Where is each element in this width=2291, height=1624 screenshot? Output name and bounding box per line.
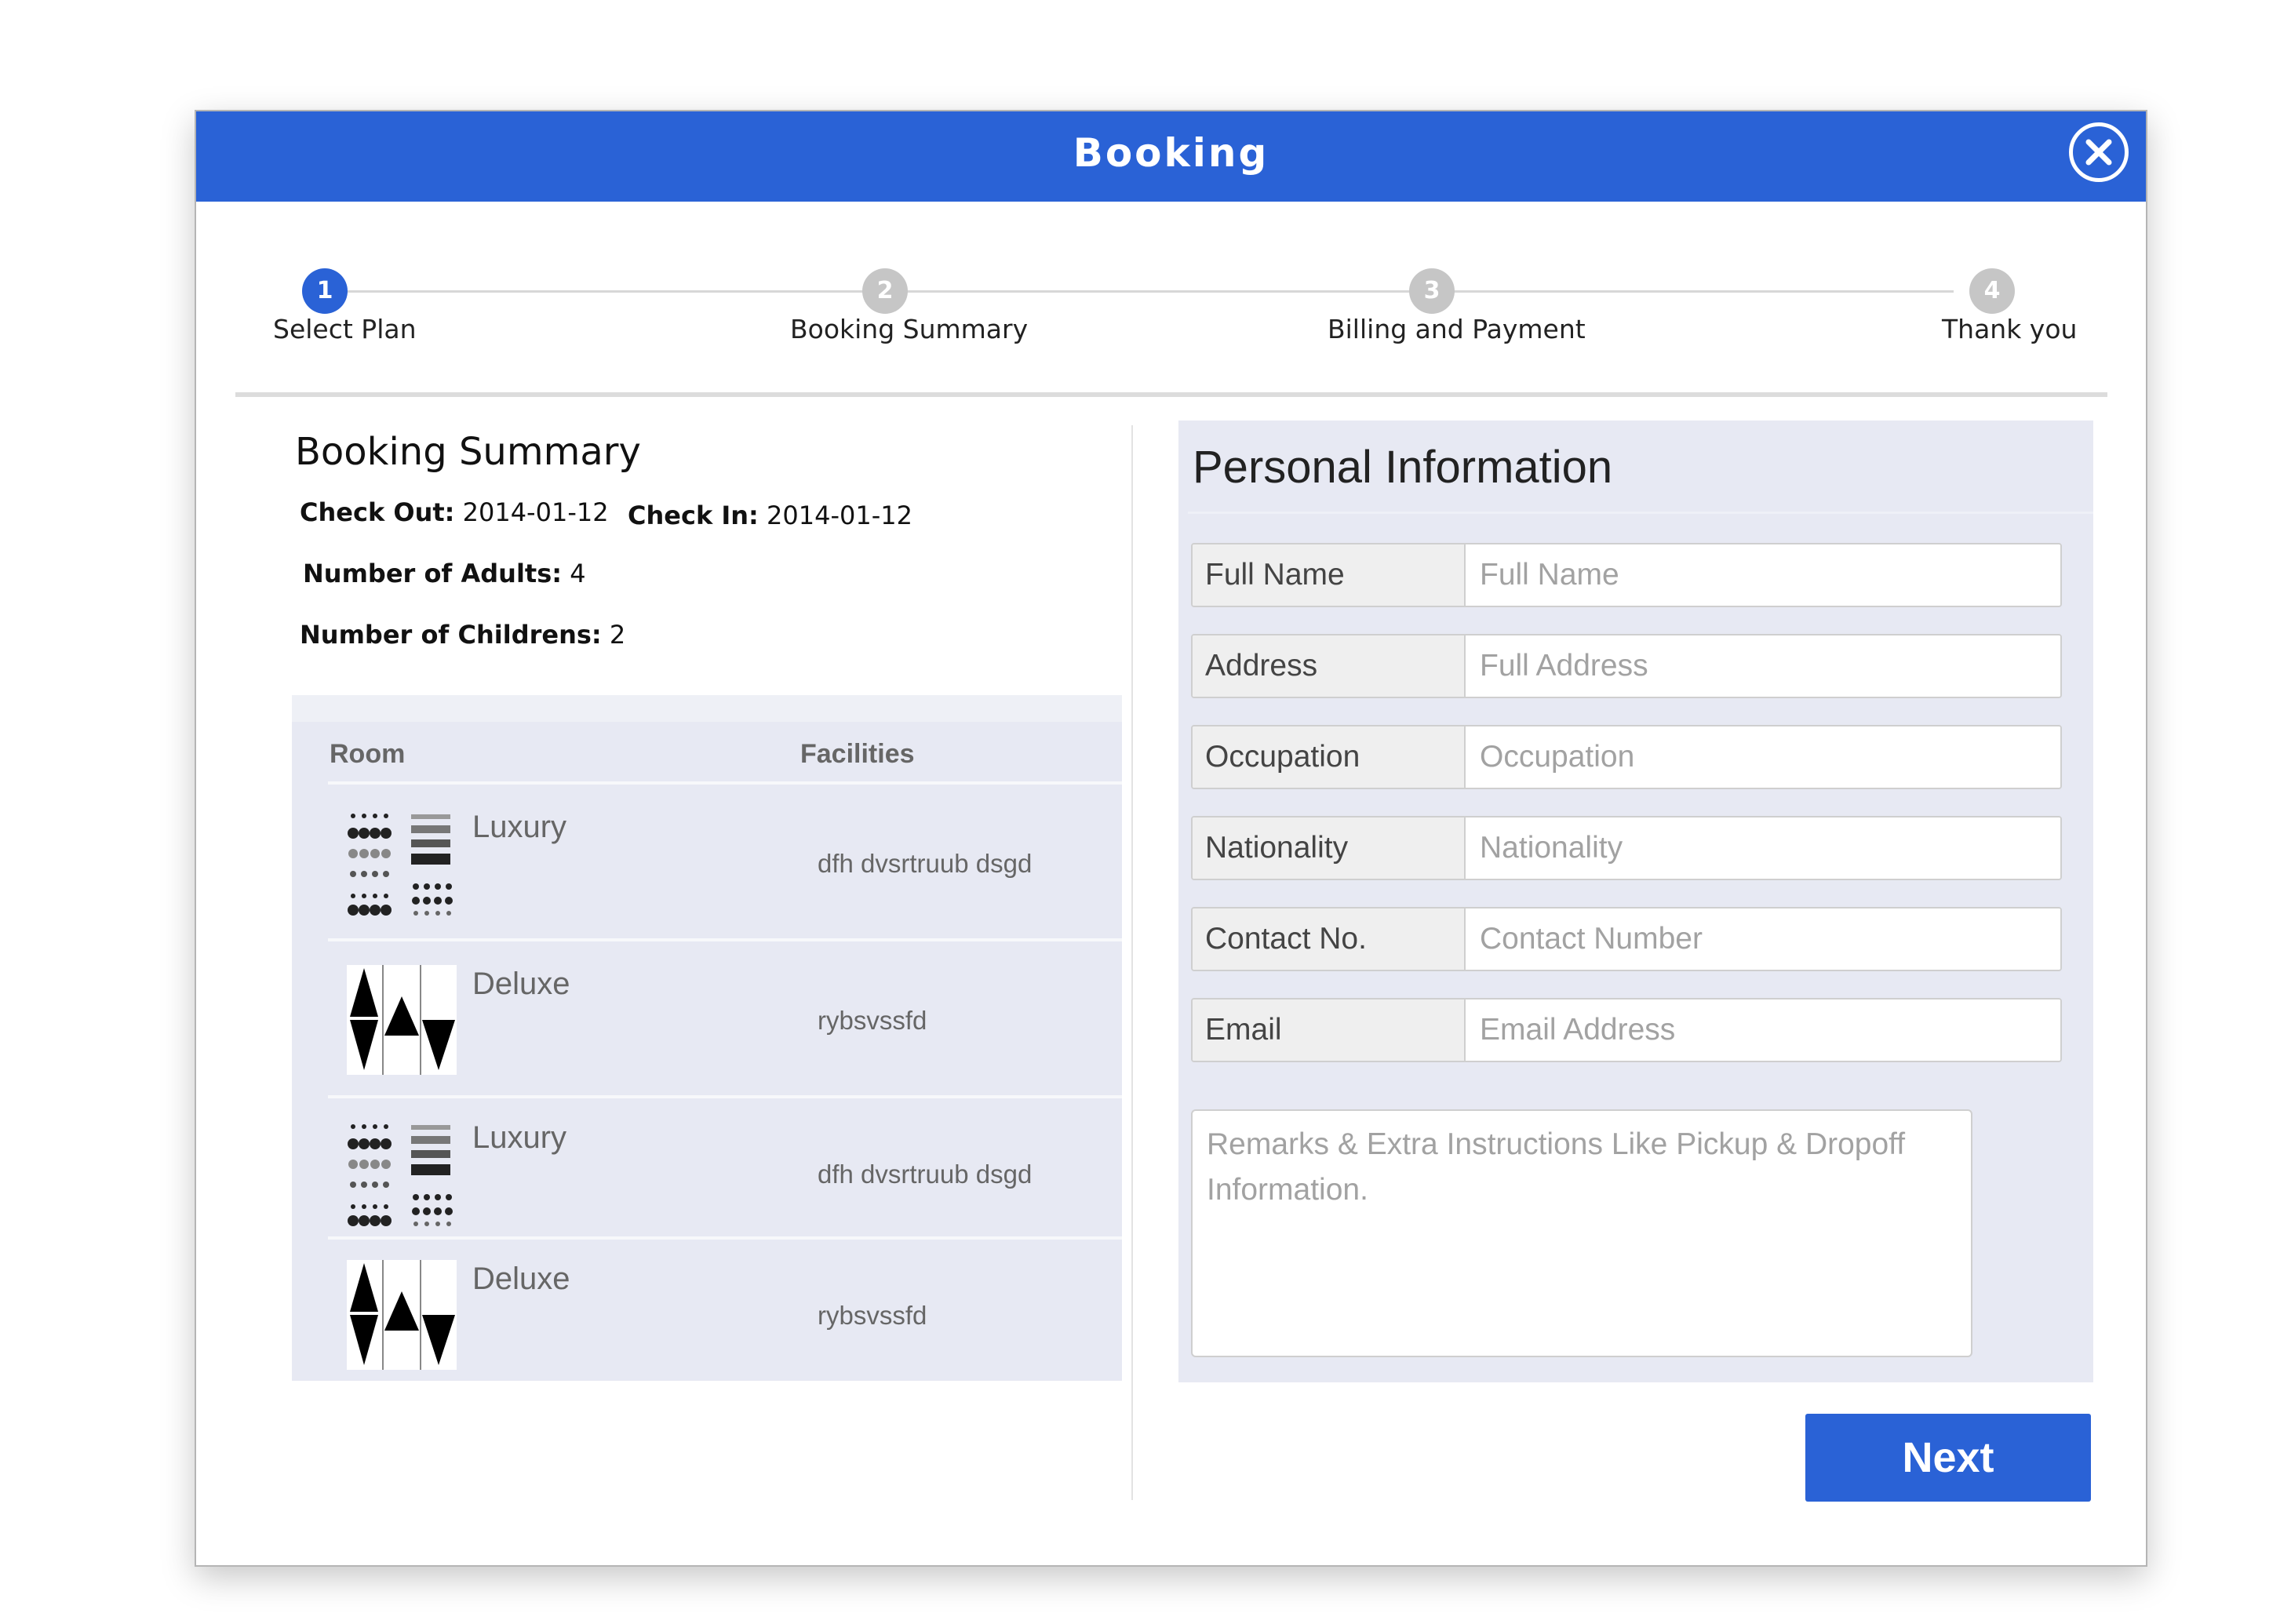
nationality-field: Nationality bbox=[1191, 816, 2062, 880]
occupation-input[interactable] bbox=[1467, 726, 2060, 788]
email-input[interactable] bbox=[1467, 1000, 2060, 1061]
occupation-field: Occupation bbox=[1191, 725, 2062, 789]
luxury-room-icon bbox=[348, 1124, 453, 1226]
room-facilities: rybsvssfd bbox=[818, 1006, 927, 1035]
column-header-room: Room bbox=[330, 739, 406, 769]
address-field: Address bbox=[1191, 634, 2062, 698]
table-row[interactable]: Luxury dfh dvsrtruub dsgd bbox=[292, 1098, 1122, 1236]
step-2-circle[interactable]: 2 bbox=[862, 268, 908, 314]
table-row[interactable]: Deluxe rybsvssfd bbox=[292, 941, 1122, 1095]
column-header-facilities: Facilities bbox=[800, 739, 915, 769]
room-name: Luxury bbox=[472, 1120, 567, 1155]
full-name-input[interactable] bbox=[1467, 544, 2060, 606]
room-facilities: dfh dvsrtruub dsgd bbox=[818, 849, 1033, 878]
stepper-track bbox=[322, 290, 1954, 293]
check-in-label: Check In: bbox=[628, 501, 759, 530]
address-input[interactable] bbox=[1467, 635, 2060, 697]
check-out-label: Check Out: bbox=[300, 497, 455, 527]
check-out-info: Check Out: 2014-01-12 bbox=[300, 497, 609, 527]
room-name: Luxury bbox=[472, 810, 567, 844]
room-table: Room Facilities Luxury dfh dvsrtruub dsg… bbox=[292, 695, 1122, 1381]
email-field: Email bbox=[1191, 998, 2062, 1062]
table-header-strip bbox=[292, 695, 1122, 722]
adults-value: 4 bbox=[570, 559, 586, 588]
step-3-circle[interactable]: 3 bbox=[1409, 268, 1455, 314]
close-button[interactable] bbox=[2069, 122, 2129, 182]
full-name-field: Full Name bbox=[1191, 543, 2062, 607]
adults-info: Number of Adults: 4 bbox=[303, 559, 586, 588]
step-1-circle[interactable]: 1 bbox=[302, 268, 348, 314]
contact-field: Contact No. bbox=[1191, 907, 2062, 971]
modal-header: Booking bbox=[196, 111, 2146, 202]
summary-title: Booking Summary bbox=[295, 430, 641, 474]
step-1-label: Select Plan bbox=[273, 314, 417, 344]
close-icon bbox=[2085, 139, 2112, 166]
column-divider bbox=[1131, 425, 1133, 1500]
address-label: Address bbox=[1193, 635, 1466, 697]
title-rule bbox=[1188, 512, 2093, 514]
table-row[interactable]: Luxury dfh dvsrtruub dsgd bbox=[292, 785, 1122, 938]
email-label: Email bbox=[1193, 1000, 1466, 1061]
stepper-divider bbox=[235, 392, 2107, 397]
next-button[interactable]: Next bbox=[1805, 1414, 2091, 1502]
nationality-label: Nationality bbox=[1193, 817, 1466, 879]
remarks-textarea[interactable] bbox=[1191, 1109, 1972, 1357]
check-out-value: 2014-01-12 bbox=[462, 497, 609, 527]
children-info: Number of Childrens: 2 bbox=[300, 620, 625, 650]
contact-label: Contact No. bbox=[1193, 908, 1466, 970]
full-name-label: Full Name bbox=[1193, 544, 1466, 606]
booking-modal: Booking 1 Select Plan 2 Booking Summary … bbox=[195, 110, 2147, 1567]
modal-title: Booking bbox=[1073, 130, 1269, 176]
contact-input[interactable] bbox=[1467, 908, 2060, 970]
step-2-label: Booking Summary bbox=[790, 314, 1029, 344]
step-3-label: Billing and Payment bbox=[1328, 314, 1586, 344]
table-row[interactable]: Deluxe rybsvssfd bbox=[292, 1240, 1122, 1381]
check-in-value: 2014-01-12 bbox=[767, 501, 912, 530]
room-facilities: rybsvssfd bbox=[818, 1301, 927, 1330]
luxury-room-icon bbox=[348, 814, 453, 916]
children-value: 2 bbox=[609, 620, 626, 650]
personal-info-title: Personal Information bbox=[1193, 442, 1613, 493]
deluxe-room-icon bbox=[347, 1260, 457, 1370]
room-facilities: dfh dvsrtruub dsgd bbox=[818, 1160, 1033, 1189]
nationality-input[interactable] bbox=[1467, 817, 2060, 879]
room-name: Deluxe bbox=[472, 967, 570, 1001]
step-4-label: Thank you bbox=[1942, 314, 2078, 344]
step-4-circle[interactable]: 4 bbox=[1969, 268, 2015, 314]
room-name: Deluxe bbox=[472, 1262, 570, 1296]
personal-info-panel: Personal Information Full Name Address O… bbox=[1178, 421, 2093, 1382]
check-in-info: Check In: 2014-01-12 bbox=[628, 501, 912, 530]
adults-label: Number of Adults: bbox=[303, 559, 563, 588]
deluxe-room-icon bbox=[347, 965, 457, 1075]
children-label: Number of Childrens: bbox=[300, 620, 602, 650]
occupation-label: Occupation bbox=[1193, 726, 1466, 788]
